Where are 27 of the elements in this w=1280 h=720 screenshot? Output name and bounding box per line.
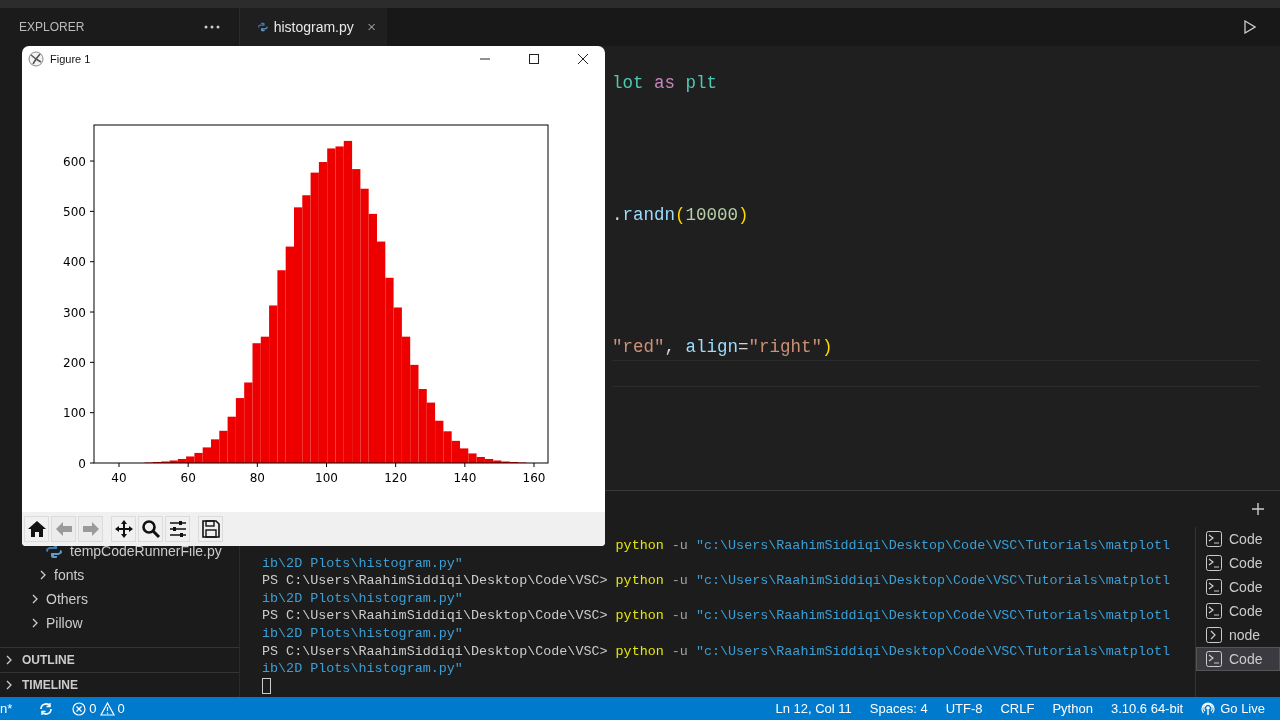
axis-tick-label: 60 <box>180 471 196 485</box>
axis-tick-label: 0 <box>78 456 86 471</box>
axis-tick-label: 400 <box>63 255 86 270</box>
axis-tick-label: 600 <box>63 154 86 169</box>
axis-tick-label: 500 <box>63 204 86 219</box>
axis-tick-label: 140 <box>453 471 477 485</box>
sidebar-title: EXPLORER <box>19 20 85 34</box>
axis-tick-label: 200 <box>63 355 86 370</box>
code-line: .randn(10000) <box>612 205 749 226</box>
axis-tick-label: 160 <box>522 471 546 485</box>
terminal-line: python -u "c:\Users\RaahimSiddiqi\Desktop\Code\VSC\Tutorials\matplotl <box>614 537 1172 555</box>
axis-tick-label: 300 <box>63 305 86 320</box>
terminal-line: ib\2D Plots\histogram.py" <box>262 589 464 608</box>
terminal-line: ib\2D Plots\histogram.py" <box>262 660 464 678</box>
terminal-line: PS C:\Users\RaahimSiddiqi\Desktop\Code\VSC> python -u "c:\Users\RaahimSiddiqi\Desktop\Code\VSC\Tutorials\matplotl <box>262 607 1172 625</box>
terminal-line: PS C:\Users\RaahimSiddiqi\Desktop\Code\VSC> python -u "c:\Users\RaahimSiddiqi\Desktop\Code\VSC\Tutorials\matplotl <box>262 642 1172 661</box>
axis-tick-label: 100 <box>63 406 86 421</box>
axis-tick-label: 120 <box>384 471 408 485</box>
axis-tick-label: 40 <box>111 471 127 485</box>
terminal-line: ib\2D Plots\histogram.py" <box>262 624 464 643</box>
code-line: "red", align="right") <box>612 337 833 358</box>
code-line: lot as plt <box>612 73 718 94</box>
window-title: Figure 1 <box>50 53 91 65</box>
terminal-line: ib\2D Plots\histogram.py" <box>262 554 464 573</box>
axis-tick-label: 100 <box>315 471 338 485</box>
terminal-line: PS C:\Users\RaahimSiddiqi\Desktop\Code\VSC> python -u "c:\Users\RaahimSiddiqi\Desktop\Code\VSC\Tutorials\matplotl <box>262 572 1172 590</box>
axis-tick-label: 80 <box>249 471 265 485</box>
